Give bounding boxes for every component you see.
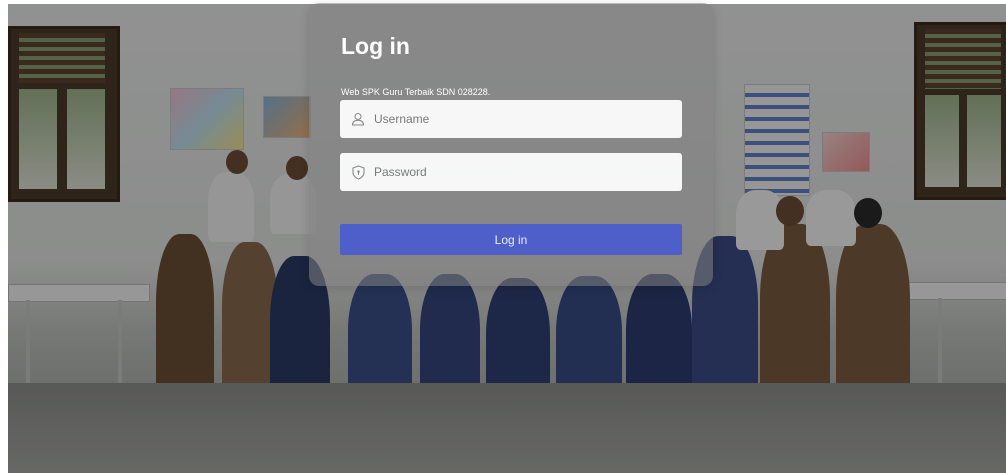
login-card: Log in Web SPK Guru Terbaik SDN 028228. (309, 3, 713, 286)
shield-lock-icon (350, 164, 366, 180)
login-button[interactable]: Log in (340, 224, 682, 255)
user-icon (350, 111, 366, 127)
login-subtitle: Web SPK Guru Terbaik SDN 028228. (341, 87, 491, 97)
username-field[interactable] (340, 100, 682, 138)
password-field[interactable] (340, 153, 682, 191)
login-page: Log in Web SPK Guru Terbaik SDN 028228. (0, 0, 1006, 473)
username-input[interactable] (374, 104, 664, 134)
password-input[interactable] (374, 157, 664, 187)
login-title: Log in (341, 33, 410, 59)
